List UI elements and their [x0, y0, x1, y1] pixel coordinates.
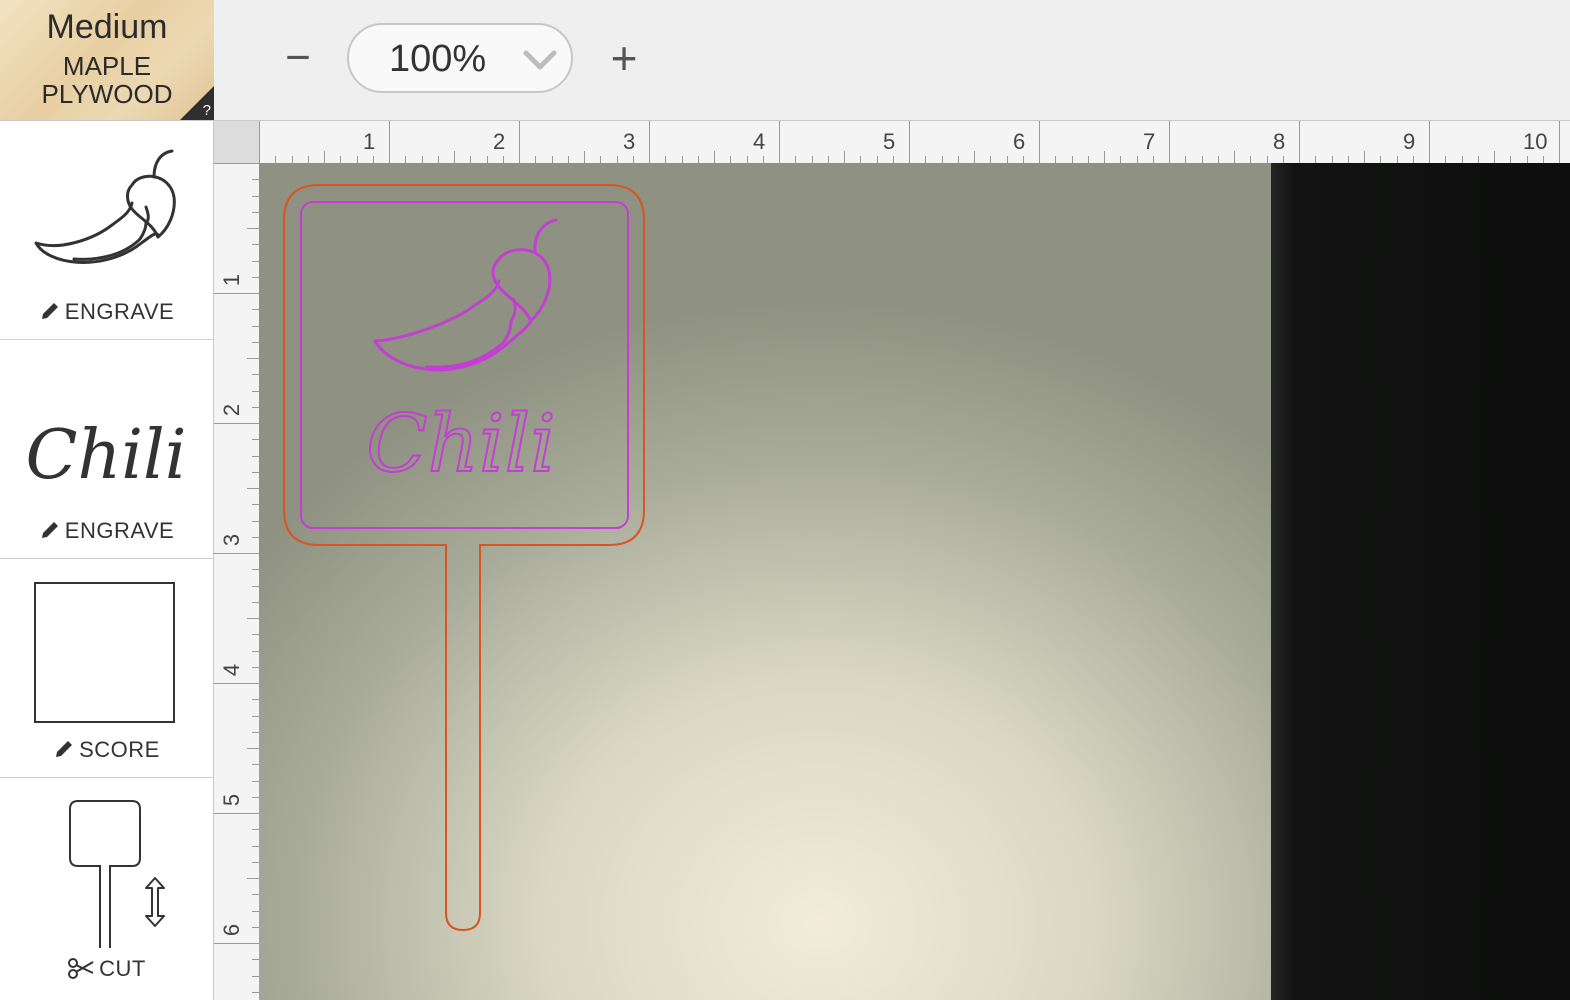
pencil-icon [41, 303, 58, 319]
ruler-label: 6 [1013, 129, 1026, 154]
ruler-label: 2 [493, 129, 506, 154]
ruler-label: 3 [219, 533, 245, 547]
minus-icon: − [285, 33, 311, 82]
ruler-vertical: 1 2 3 4 5 6 [214, 163, 259, 1000]
ruler-label: 6 [219, 923, 245, 937]
material-name-line1: MAPLE [62, 51, 152, 81]
operation-engrave-pepper[interactable]: ENGRAVE [0, 121, 213, 340]
plus-icon: + [610, 32, 638, 84]
ruler-label: 1 [219, 273, 245, 287]
operation-cut[interactable]: CUT [0, 778, 213, 996]
zoom-value: 100% [389, 38, 487, 80]
zoom-in-button[interactable]: + [600, 30, 648, 86]
chili-pepper-engrave[interactable] [373, 218, 558, 372]
ruler-label: 8 [1273, 129, 1286, 154]
chevron-down-icon [523, 50, 557, 70]
material-selector[interactable]: Medium MAPLE PLYWOOD ? [0, 0, 214, 120]
chili-pepper-icon [34, 149, 176, 264]
operation-label: ENGRAVE [0, 518, 213, 544]
zoom-out-button[interactable]: − [276, 33, 320, 83]
cut-outline[interactable] [283, 184, 645, 932]
ruler-label: 1 [363, 129, 376, 154]
scissors-icon [68, 958, 94, 979]
operations-panel: ENGRAVE Chili ENGRAVE SCORE CUT [0, 121, 214, 1000]
svg-text:Chili: Chili [25, 416, 186, 495]
help-icon[interactable]: ? [203, 102, 211, 119]
design-artwork[interactable]: Chili [259, 163, 1570, 1000]
operation-label: ENGRAVE [0, 299, 213, 325]
ruler-label: 5 [219, 793, 245, 807]
ruler-label: 4 [219, 663, 245, 677]
ruler-label: 7 [1143, 129, 1156, 154]
zoom-select[interactable]: 100% [347, 23, 573, 93]
ruler-label: 9 [1403, 129, 1416, 154]
ruler-label: 2 [219, 403, 245, 417]
ruler-label: 4 [753, 129, 766, 154]
square-outline [34, 582, 175, 723]
ruler-corner [214, 121, 259, 163]
operation-label: CUT [0, 956, 213, 982]
ruler-label: 3 [623, 129, 636, 154]
chili-text: Chili [25, 416, 186, 495]
ruler-label: 5 [883, 129, 896, 154]
resize-vertical-icon[interactable] [140, 876, 170, 928]
operation-engrave-text[interactable]: Chili ENGRAVE [0, 340, 213, 559]
pencil-icon [56, 741, 73, 757]
pencil-icon [41, 522, 58, 538]
ruler-horizontal: 1 2 3 4 5 6 7 8 9 10 [259, 121, 1570, 163]
laser-bed-canvas[interactable]: Chili [259, 163, 1570, 1000]
chili-text-engrave[interactable]: Chili [365, 396, 557, 491]
sign-stake-outline [69, 800, 141, 948]
ruler-label: 10 [1523, 129, 1548, 154]
top-toolbar: Medium MAPLE PLYWOOD ? − 100% + [0, 0, 1570, 121]
operation-score[interactable]: SCORE [0, 559, 213, 778]
material-thickness: Medium [46, 8, 168, 46]
operation-label: SCORE [0, 737, 213, 763]
